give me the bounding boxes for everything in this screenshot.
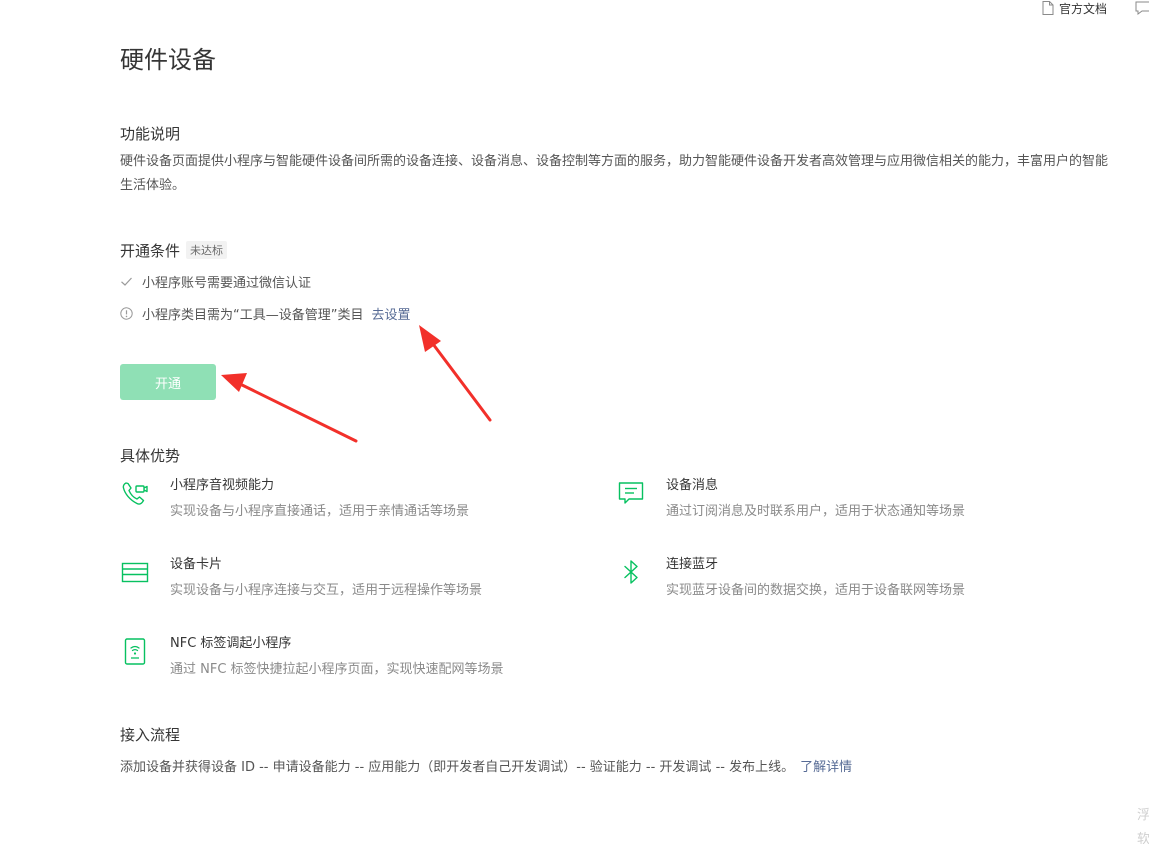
- condition-text: 小程序类目需为“工具—设备管理”类目: [142, 308, 364, 323]
- feature-bluetooth: 连接蓝牙 实现蓝牙设备间的数据交换，适用于设备联网等场景: [616, 555, 965, 601]
- edge-text-line: 浮: [1137, 808, 1149, 823]
- condition-text: 小程序账号需要通过微信认证: [142, 276, 312, 291]
- feature-desc: 通过 NFC 标签快捷拉起小程序页面，实现快速配网等场景: [170, 662, 504, 677]
- feature-desc: 通过订阅消息及时联系用户，适用于状态通知等场景: [666, 504, 966, 519]
- edge-text-line: 软: [1137, 832, 1149, 844]
- feature-text: 小程序音视频能力 实现设备与小程序直接通话，适用于亲情通话等场景: [170, 476, 469, 522]
- annotation-arrow-to-settings: [419, 325, 492, 422]
- page: { "topbar": { "doc_label": "官方文档", "doc_…: [0, 0, 1149, 844]
- feature-desc: 实现设备与小程序直接通话，适用于亲情通话等场景: [170, 504, 470, 519]
- feature-device-message: 设备消息 通过订阅消息及时联系用户，适用于状态通知等场景: [616, 476, 965, 522]
- feature-device-card: 设备卡片 实现设备与小程序连接与交互，适用于远程操作等场景: [120, 555, 482, 601]
- feature-desc: 实现设备与小程序连接与交互，适用于远程操作等场景: [170, 583, 483, 598]
- advantages-heading: 具体优势: [120, 447, 181, 465]
- feature-text: 设备卡片 实现设备与小程序连接与交互，适用于远程操作等场景: [170, 555, 482, 601]
- condition-item-category: 小程序类目需为“工具—设备管理”类目 去设置: [120, 304, 411, 323]
- info-icon: [120, 307, 133, 320]
- check-icon: [121, 277, 132, 286]
- feature-title: 小程序音视频能力: [170, 478, 275, 493]
- annotation-arrow-to-enable: [221, 373, 358, 443]
- official-docs-label: 官方文档: [1058, 1, 1107, 16]
- feature-text: 连接蓝牙 实现蓝牙设备间的数据交换，适用于设备联网等场景: [666, 555, 965, 601]
- description-heading: 功能说明: [120, 125, 181, 143]
- learn-more-link[interactable]: 了解详情: [800, 760, 852, 775]
- condition-item-certification: 小程序账号需要通过微信认证: [120, 272, 311, 291]
- feature-title: 设备卡片: [170, 557, 223, 572]
- feature-nfc: NFC 标签调起小程序 通过 NFC 标签快捷拉起小程序页面，实现快速配网等场景: [120, 634, 504, 680]
- document-icon: [1042, 1, 1054, 15]
- description-text: 硬件设备页面提供小程序与智能硬件设备间所需的设备连接、设备消息、设备控制等方面的…: [120, 154, 1109, 193]
- feature-title: NFC 标签调起小程序: [170, 636, 292, 651]
- feature-text: NFC 标签调起小程序 通过 NFC 标签快捷拉起小程序页面，实现快速配网等场景: [170, 634, 504, 680]
- page-title: 硬件设备: [120, 46, 216, 74]
- conditions-heading: 开通条件 未达标: [120, 240, 228, 261]
- feature-video-call: 小程序音视频能力 实现设备与小程序直接通话，适用于亲情通话等场景: [120, 476, 469, 522]
- top-bar: 官方文档: [1042, 0, 1149, 16]
- status-badge: 未达标: [186, 241, 228, 259]
- official-docs-link[interactable]: 官方文档: [1042, 0, 1107, 17]
- feedback-icon[interactable]: [1135, 1, 1149, 15]
- video-call-icon: [122, 482, 148, 505]
- message-icon: [618, 482, 644, 504]
- flow-text-row: 添加设备并获得设备 ID -- 申请设备能力 -- 应用能力（即开发者自己开发调…: [120, 756, 852, 775]
- enable-button[interactable]: 开通: [120, 364, 216, 400]
- feature-text: 设备消息 通过订阅消息及时联系用户，适用于状态通知等场景: [666, 476, 965, 522]
- floating-edge-text: 浮 软: [1137, 804, 1149, 844]
- nfc-icon: [124, 638, 146, 665]
- card-icon: [121, 562, 149, 583]
- go-settings-link[interactable]: 去设置: [371, 304, 410, 323]
- flow-text: 添加设备并获得设备 ID -- 申请设备能力 -- 应用能力（即开发者自己开发调…: [120, 760, 795, 775]
- bluetooth-icon: [624, 560, 638, 584]
- conditions-heading-label: 开通条件: [120, 242, 181, 260]
- flow-heading: 接入流程: [120, 726, 181, 744]
- feature-title: 连接蓝牙: [666, 557, 719, 572]
- feature-desc: 实现蓝牙设备间的数据交换，适用于设备联网等场景: [666, 583, 966, 598]
- feature-title: 设备消息: [666, 478, 719, 493]
